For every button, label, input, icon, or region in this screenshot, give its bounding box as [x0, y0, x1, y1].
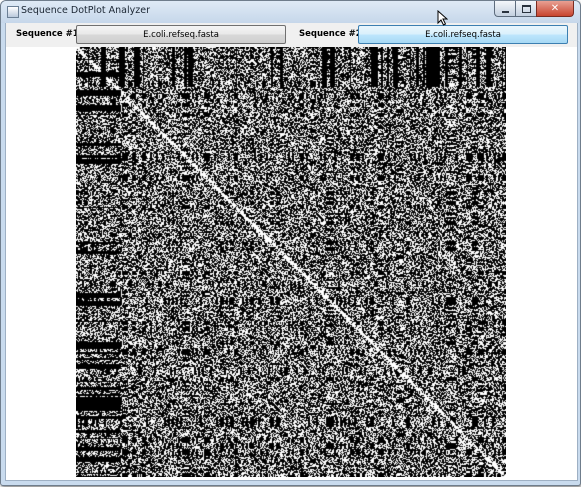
- dotplot-area: [5, 47, 578, 481]
- title-bar[interactable]: Sequence DotPlot Analyzer ✕: [1, 1, 580, 23]
- mouse-cursor-icon: [437, 10, 448, 26]
- minimize-button[interactable]: [494, 1, 515, 17]
- maximize-icon: [521, 4, 531, 13]
- minimize-icon: [501, 10, 509, 13]
- window-title: Sequence DotPlot Analyzer: [21, 5, 150, 16]
- app-icon: [7, 6, 19, 18]
- window-controls: ✕: [494, 1, 574, 17]
- sequence-toolbar: Sequence #1 E.coli.refseq.fasta Sequence…: [5, 23, 578, 47]
- app-window: Sequence DotPlot Analyzer ✕ Sequence #1 …: [0, 0, 581, 486]
- sequence1-file-button[interactable]: E.coli.refseq.fasta: [76, 25, 286, 44]
- sequence2-label: Sequence #2: [299, 29, 362, 39]
- sequence1-label: Sequence #1: [16, 29, 79, 39]
- sequence2-file-button[interactable]: E.coli.refseq.fasta: [358, 25, 568, 44]
- close-icon: ✕: [550, 2, 560, 14]
- close-button[interactable]: ✕: [536, 1, 574, 17]
- maximize-button[interactable]: [515, 1, 536, 17]
- dotplot-canvas[interactable]: [76, 47, 506, 477]
